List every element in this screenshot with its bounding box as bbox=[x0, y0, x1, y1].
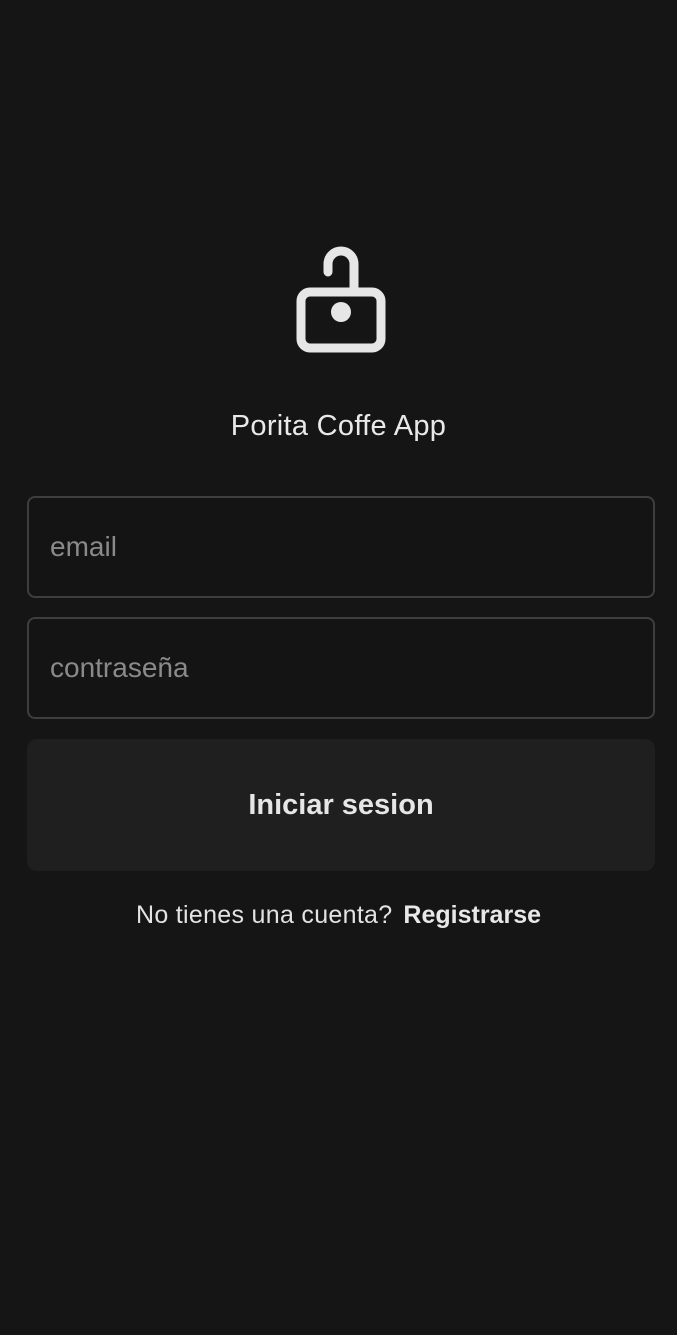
lock-open-icon bbox=[294, 234, 388, 354]
app-title: Porita Coffe App bbox=[230, 410, 447, 442]
email-input[interactable] bbox=[29, 498, 653, 596]
login-button[interactable]: Iniciar sesion bbox=[27, 739, 655, 871]
register-row: No tienes una cuenta? Registrarse bbox=[0, 901, 677, 930]
password-input[interactable] bbox=[29, 619, 653, 717]
password-field[interactable] bbox=[27, 617, 655, 719]
email-field[interactable] bbox=[27, 496, 655, 598]
login-screen: Porita Coffe App Iniciar sesion No tiene… bbox=[0, 0, 677, 1335]
register-link[interactable]: Registrarse bbox=[403, 901, 541, 929]
register-prompt: No tienes una cuenta? bbox=[135, 901, 393, 929]
